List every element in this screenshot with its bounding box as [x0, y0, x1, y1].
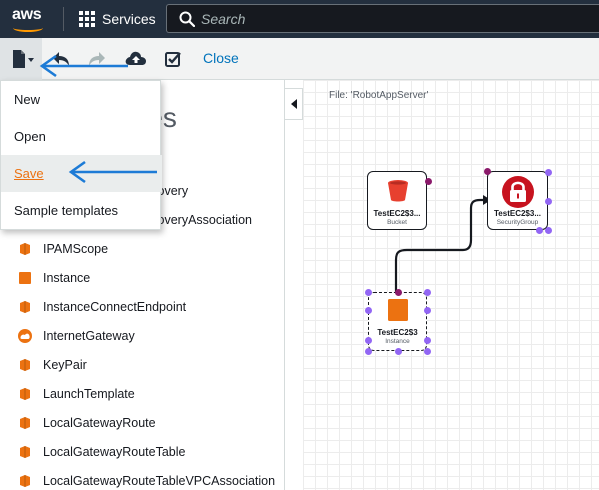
resource-item[interactable]: KeyPair: [0, 350, 284, 379]
services-label: Services: [102, 11, 156, 27]
lock-icon: [502, 176, 534, 208]
resource-icon: [20, 242, 30, 255]
resource-icon: [20, 387, 30, 400]
cloud-upload-icon: [125, 51, 146, 65]
instance-node[interactable]: TestEC2$3 Instance: [365, 289, 431, 355]
file-icon: [13, 50, 34, 68]
node-title: TestEC2$3...: [494, 209, 541, 218]
ec2-instance-icon: [388, 299, 408, 321]
s3-bucket-icon: [388, 180, 408, 202]
connection-port[interactable]: [365, 348, 372, 355]
connection-port[interactable]: [395, 289, 402, 296]
validate-button[interactable]: [160, 46, 186, 72]
grid-icon: [79, 11, 95, 27]
menu-item-open[interactable]: Open: [1, 118, 162, 155]
connection-port[interactable]: [365, 337, 372, 344]
redo-icon: [89, 52, 105, 66]
connection-port[interactable]: [425, 178, 432, 185]
file-menu-button[interactable]: [0, 38, 42, 80]
resource-icon: [20, 474, 30, 487]
undo-button[interactable]: [48, 46, 74, 72]
aws-logo[interactable]: aws: [12, 6, 48, 32]
search-input[interactable]: [201, 8, 581, 30]
node-type: Bucket: [387, 219, 407, 226]
resource-item[interactable]: LocalGatewayRouteTable: [0, 437, 284, 466]
node-title: TestEC2$3: [377, 328, 418, 337]
node-type: SecurityGroup: [496, 219, 539, 226]
validate-check-icon: [165, 52, 181, 67]
connection-port[interactable]: [545, 169, 552, 176]
connection-port[interactable]: [484, 168, 491, 175]
nav-divider: [63, 7, 64, 31]
resource-item[interactable]: LocalGatewayRouteTableVPCAssociation: [0, 466, 284, 490]
collapse-panel-button[interactable]: [285, 88, 303, 120]
resource-item[interactable]: LocalGatewayRoute: [0, 408, 284, 437]
designer-toolbar: Close: [0, 38, 599, 80]
upload-button[interactable]: [122, 46, 150, 72]
connection-port[interactable]: [536, 227, 543, 234]
redo-button[interactable]: [84, 46, 110, 72]
search-icon: [179, 11, 195, 27]
node-type: Instance: [385, 338, 410, 345]
services-menu-button[interactable]: Services: [79, 9, 156, 29]
resource-item[interactable]: IPAMScope: [0, 234, 284, 263]
resource-item[interactable]: Instance: [0, 263, 284, 292]
connection-port[interactable]: [365, 289, 372, 296]
menu-item-save[interactable]: Save: [1, 155, 162, 192]
caret-left-icon: [290, 99, 297, 109]
undo-icon: [53, 52, 69, 66]
connection-line[interactable]: [303, 80, 599, 490]
bucket-node[interactable]: TestEC2$3... Bucket: [367, 171, 432, 230]
resource-item[interactable]: InternetGateway: [0, 321, 284, 350]
aws-smile-icon: [13, 24, 43, 32]
connection-port[interactable]: [424, 337, 431, 344]
search-box[interactable]: [166, 4, 599, 33]
aws-top-nav: aws Services: [0, 0, 599, 38]
connection-port[interactable]: [365, 307, 372, 314]
instance-icon: [19, 271, 31, 284]
resource-item[interactable]: InstanceConnectEndpoint: [0, 292, 284, 321]
connection-port[interactable]: [545, 227, 552, 234]
connection-port[interactable]: [424, 307, 431, 314]
internet-gateway-icon: [18, 328, 32, 343]
resource-icon: [20, 445, 30, 458]
file-dropdown-menu: New Open Save Sample templates: [0, 80, 162, 230]
close-link[interactable]: Close: [203, 50, 239, 66]
menu-item-new[interactable]: New: [1, 81, 162, 118]
connection-port[interactable]: [424, 348, 431, 355]
menu-item-sample-templates[interactable]: Sample templates: [1, 192, 162, 229]
resource-icon: [20, 300, 30, 313]
resource-icon: [20, 358, 30, 371]
resource-item[interactable]: LaunchTemplate: [0, 379, 284, 408]
connection-port[interactable]: [424, 289, 431, 296]
connection-port[interactable]: [395, 348, 402, 355]
resource-icon: [20, 416, 30, 429]
connection-port[interactable]: [545, 198, 552, 205]
security-group-node[interactable]: TestEC2$3... SecurityGroup: [484, 168, 552, 234]
design-canvas[interactable]: File: 'RobotAppServer' TestEC2$3... Buck…: [303, 80, 599, 490]
node-title: TestEC2$3...: [373, 209, 421, 218]
